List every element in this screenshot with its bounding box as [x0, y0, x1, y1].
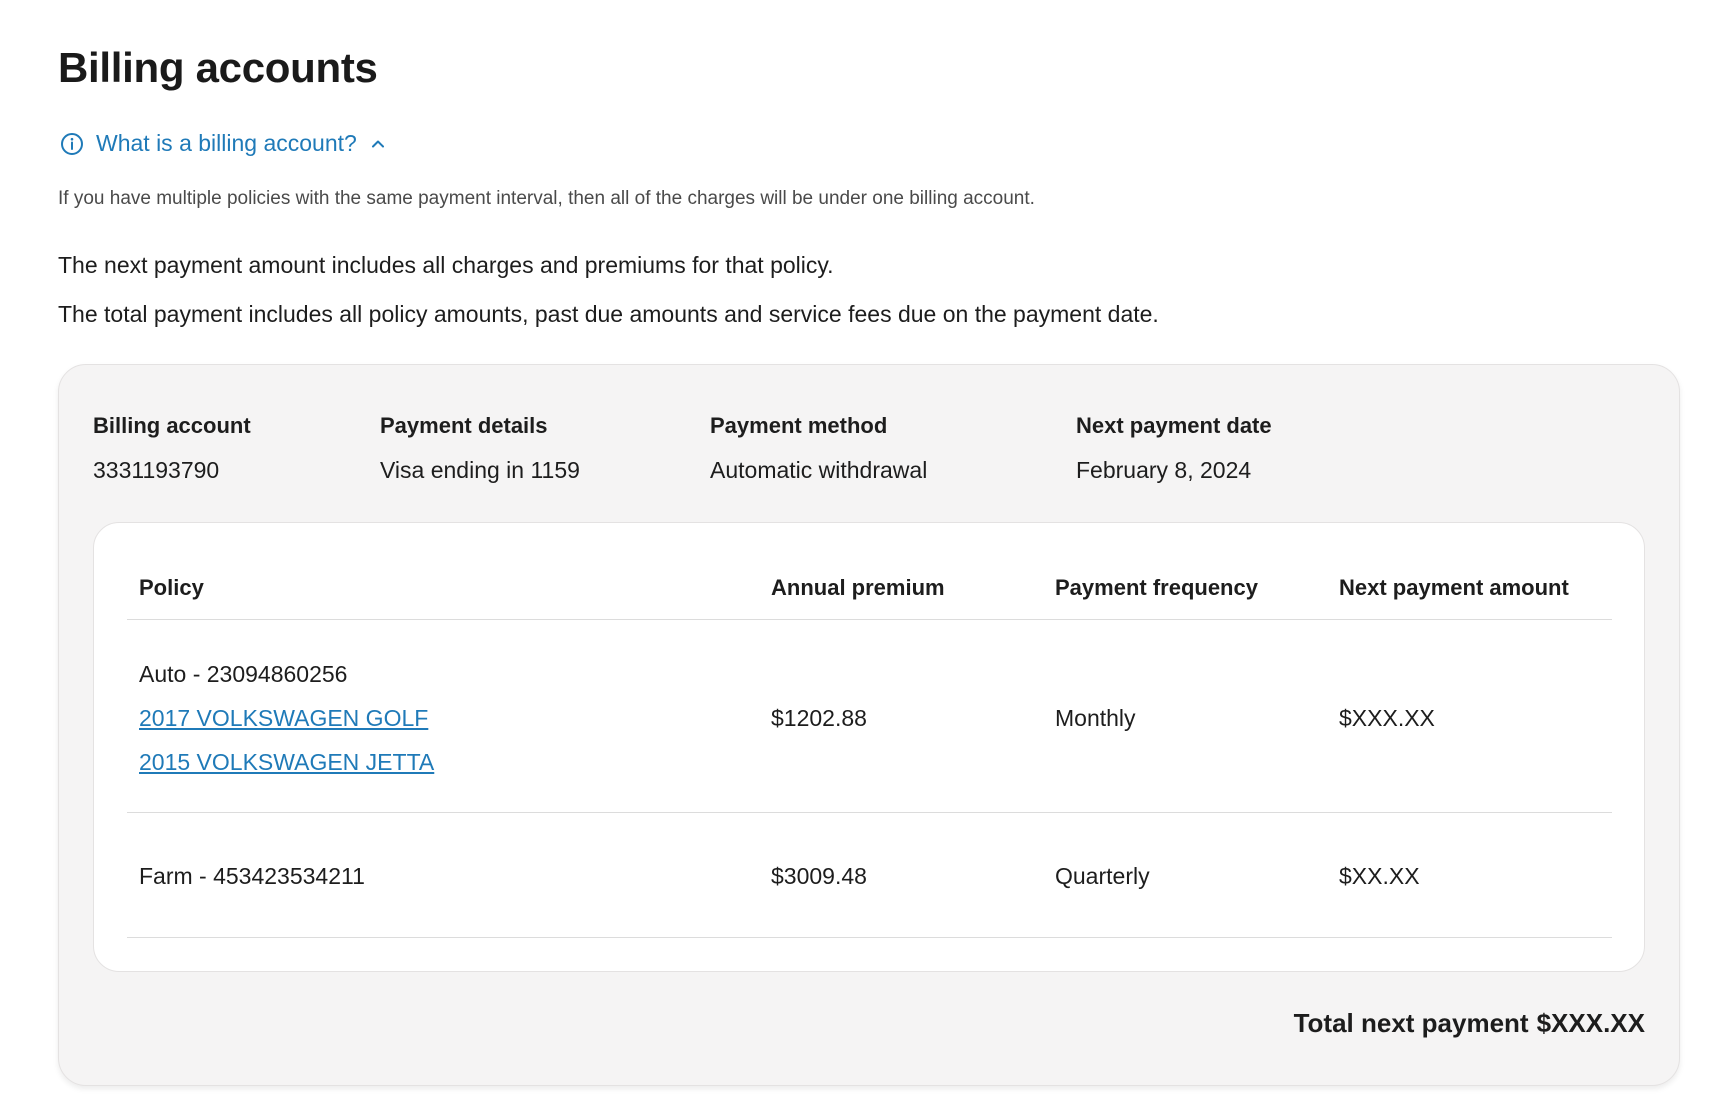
payment-frequency-value: Monthly [1055, 705, 1136, 731]
billing-accounts-page: Billing accounts What is a billing accou… [0, 0, 1728, 1117]
next-payment-date-summary: Next payment date February 8, 2024 [1076, 413, 1272, 484]
payment-details-summary: Payment details Visa ending in 1159 [380, 413, 580, 484]
billing-account-info-text: If you have multiple policies with the s… [58, 188, 1035, 209]
vehicle-link[interactable]: 2015 VOLKSWAGEN JETTA [139, 749, 434, 776]
next-payment-date-value: February 8, 2024 [1076, 457, 1252, 483]
billing-account-summary: Billing account 3331193790 [93, 413, 251, 484]
vehicle-link[interactable]: 2017 VOLKSWAGEN GOLF [139, 705, 428, 732]
policy-table-header: Policy Annual premium Payment frequency … [127, 523, 1612, 620]
header-policy: Policy [139, 575, 204, 600]
policy-name: Farm - 453423534211 [139, 863, 365, 889]
billing-account-info-toggle[interactable]: What is a billing account? [60, 130, 387, 157]
total-next-payment: Total next payment $XXX.XX [1294, 1008, 1645, 1039]
payment-details-value: Visa ending in 1159 [380, 457, 580, 483]
total-payment-explanation: The total payment includes all policy am… [58, 301, 1159, 327]
annual-premium-value: $3009.48 [771, 863, 867, 889]
info-toggle-label: What is a billing account? [96, 130, 357, 156]
billing-account-number: 3331193790 [93, 457, 220, 483]
page-title: Billing accounts [58, 44, 378, 91]
next-payment-amount-value: $XXX.XX [1339, 705, 1435, 731]
policy-name: Auto - 23094860256 [139, 661, 348, 687]
payment-method-summary: Payment method Automatic withdrawal [710, 413, 927, 484]
annual-premium-value: $1202.88 [771, 705, 867, 731]
table-row: Auto - 23094860256 2017 VOLKSWAGEN GOLF … [127, 620, 1612, 813]
header-annual-premium: Annual premium [771, 575, 945, 600]
total-next-payment-label: Total next payment [1293, 1008, 1529, 1038]
payment-method-value: Automatic withdrawal [710, 457, 928, 483]
policy-table: Policy Annual premium Payment frequency … [127, 523, 1612, 938]
chevron-up-icon [369, 135, 387, 153]
next-payment-explanation: The next payment amount includes all cha… [58, 252, 834, 278]
policy-table-card: Policy Annual premium Payment frequency … [93, 522, 1645, 972]
total-next-payment-amount: $XXX.XX [1536, 1008, 1645, 1038]
next-payment-amount-value: $XX.XX [1339, 863, 1420, 889]
billing-account-label: Billing account [93, 413, 251, 438]
next-payment-date-label: Next payment date [1076, 413, 1272, 438]
table-row: Farm - 453423534211 $3009.48 Quarterly $… [127, 813, 1612, 938]
billing-account-card: Billing account 3331193790 Payment detai… [58, 364, 1680, 1086]
header-next-payment-amount: Next payment amount [1339, 575, 1569, 600]
header-payment-frequency: Payment frequency [1055, 575, 1258, 600]
payment-frequency-value: Quarterly [1055, 863, 1150, 889]
payment-method-label: Payment method [710, 413, 888, 438]
payment-details-label: Payment details [380, 413, 548, 438]
info-circle-icon [60, 132, 84, 156]
